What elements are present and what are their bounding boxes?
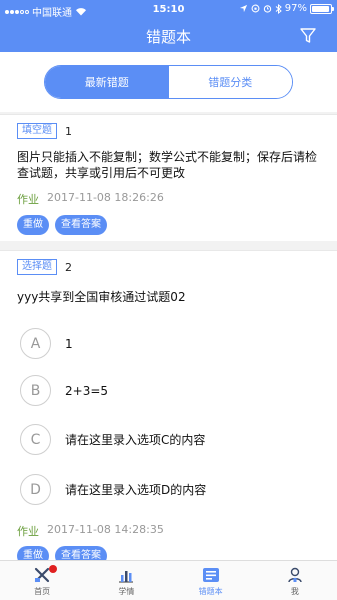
bar-chart-icon (119, 571, 134, 583)
person-icon (288, 567, 302, 583)
question-text: 图片只能插入不能复制；数学公式不能复制；保存后请检查试题，共享或引用后不可更改 (17, 150, 318, 180)
question-meta: 作业 2017-11-08 14:28:35 (17, 523, 164, 539)
question-timestamp: 2017-11-08 14:28:35 (47, 523, 164, 536)
question-timestamp: 2017-11-08 18:26:26 (47, 191, 164, 204)
nav-bar: 错题本 (0, 20, 337, 52)
option-letter: B (20, 375, 51, 406)
status-bar: 中国联通 15:10 97% (0, 0, 337, 20)
tab-me[interactable]: 我 (253, 561, 337, 600)
battery-icon (310, 3, 334, 14)
bluetooth-icon (275, 3, 282, 14)
tab-study[interactable]: 学情 (84, 561, 168, 600)
tab-label: 错题本 (198, 587, 223, 596)
filter-icon[interactable] (299, 27, 317, 45)
location-icon (239, 4, 247, 13)
segmented-control: 最新错题 错题分类 (44, 65, 293, 99)
option-d[interactable]: D 请在这里录入选项D的内容 (20, 474, 206, 505)
option-text: 2+3=5 (65, 383, 109, 398)
tab-label: 首页 (34, 587, 51, 596)
question-header: 选择题 2 (17, 259, 72, 275)
question-meta: 作业 2017-11-08 18:26:26 (17, 191, 164, 207)
rotation-lock-icon (251, 4, 260, 13)
battery-fill (312, 5, 330, 12)
question-card[interactable]: 填空题 1 图片只能插入不能复制；数学公式不能复制；保存后请检查试题，共享或引用… (0, 114, 337, 241)
option-a[interactable]: A 1 (20, 328, 73, 359)
option-b[interactable]: B 2+3=5 (20, 375, 108, 406)
tab-label: 我 (290, 587, 299, 596)
redo-button[interactable]: 重做 (17, 215, 49, 235)
option-letter: D (20, 474, 51, 505)
tab-notebook[interactable]: 错题本 (169, 561, 253, 600)
question-text: yyy共享到全国审核通过试题02 (17, 290, 186, 304)
view-answer-button[interactable]: 查看答案 (55, 215, 107, 235)
tab-label: 学情 (118, 587, 135, 596)
question-card[interactable]: 选择题 2 yyy共享到全国审核通过试题02 A 1 B 2+3=5 C 请在这… (0, 250, 337, 570)
page-title: 错题本 (145, 28, 191, 46)
battery-percent: 97% (284, 3, 307, 14)
question-type-badge: 选择题 (17, 259, 57, 275)
segment-latest[interactable]: 最新错题 (45, 66, 169, 98)
question-header: 填空题 1 (17, 123, 72, 139)
segment-bar: 最新错题 错题分类 (0, 52, 337, 112)
tab-bar: 首页 学情 错题本 我 (0, 560, 337, 600)
option-letter: A (20, 328, 51, 359)
tab-home[interactable]: 首页 (0, 561, 84, 600)
question-number: 1 (65, 124, 72, 138)
question-number: 2 (65, 260, 72, 274)
option-text: 请在这里录入选项C的内容 (65, 433, 206, 447)
option-text: 请在这里录入选项D的内容 (65, 483, 207, 497)
notification-dot (49, 565, 58, 573)
option-text: 1 (65, 336, 73, 351)
question-type-badge: 填空题 (17, 123, 57, 139)
option-c[interactable]: C 请在这里录入选项C的内容 (20, 424, 205, 455)
option-letter: C (20, 424, 51, 455)
segment-categories[interactable]: 错题分类 (168, 66, 292, 98)
notebook-icon (202, 568, 219, 582)
alarm-icon (263, 5, 271, 13)
status-right: 97% (239, 3, 334, 14)
question-source: 作业 (17, 525, 39, 538)
question-source: 作业 (17, 193, 39, 206)
question-actions: 重做 查看答案 (17, 215, 107, 235)
